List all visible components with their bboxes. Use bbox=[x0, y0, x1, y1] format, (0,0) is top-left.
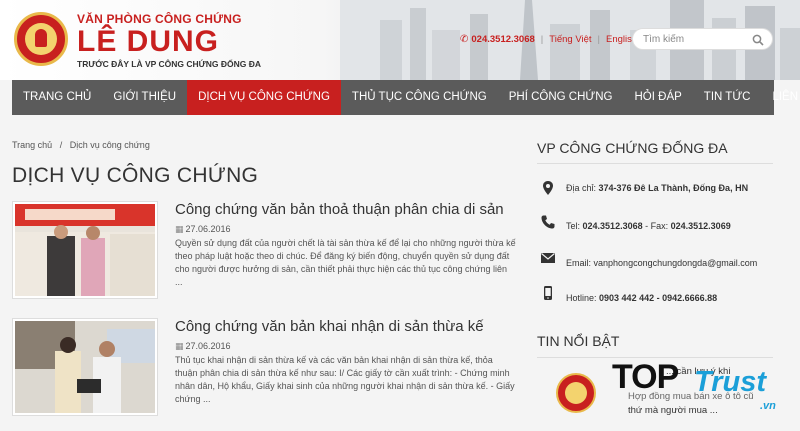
nav-item-news[interactable]: TIN TỨC bbox=[693, 80, 762, 115]
nav-item-fees[interactable]: PHÍ CÔNG CHỨNG bbox=[498, 80, 624, 115]
site-header: VĂN PHÒNG CÔNG CHỨNG LÊ DUNG TRƯỚC ĐÂY L… bbox=[0, 0, 800, 80]
breadcrumb-home-link[interactable]: Trang chủ bbox=[12, 140, 52, 150]
fax-label: - Fax: bbox=[645, 221, 669, 231]
calendar-icon: ▦ bbox=[175, 341, 184, 351]
map-pin-icon bbox=[543, 181, 553, 195]
main-nav: TRANG CHỦ GIỚI THIỆU DỊCH VỤ CÔNG CHỨNG … bbox=[12, 80, 800, 115]
search-input[interactable] bbox=[643, 32, 753, 47]
address-value: 374-376 Đê La Thành, Đống Đa, HN bbox=[598, 183, 749, 193]
top-links-bar: ✆ 024.3512.3068 | Tiếng Việt | English bbox=[460, 32, 637, 46]
featured-thumbnail[interactable] bbox=[556, 373, 596, 413]
article-excerpt: Thủ tục khai nhận di sản thừa kế và các … bbox=[175, 355, 515, 404]
brand-subtitle: TRƯỚC ĐÂY LÀ VP CÔNG CHỨNG ĐỐNG ĐA bbox=[77, 59, 261, 69]
calendar-icon: ▦ bbox=[175, 224, 184, 234]
divider: | bbox=[597, 33, 600, 45]
brand-tagline-top: VĂN PHÒNG CÔNG CHỨNG bbox=[77, 12, 242, 26]
breadcrumb-current[interactable]: Dịch vụ công chứng bbox=[70, 140, 150, 150]
tel-label: Tel: bbox=[566, 221, 581, 231]
toptrust-watermark-logo: TOP Trust .vn bbox=[612, 356, 790, 416]
article-title-link[interactable]: Công chứng văn bản khai nhận di sản thừa… bbox=[175, 318, 484, 335]
breadcrumb-separator: / bbox=[59, 140, 63, 150]
fax-value: 024.3512.3069 bbox=[670, 221, 731, 231]
watermark-top-text: TOP bbox=[612, 358, 679, 396]
hotline-value-2[interactable]: - 0942.6666.88 bbox=[657, 293, 718, 303]
page-title: DỊCH VỤ CÔNG CHỨNG bbox=[12, 164, 259, 187]
divider: | bbox=[540, 33, 544, 45]
article-date: ▦ 27.06.2016 bbox=[175, 341, 231, 352]
address-label: Địa chỉ: bbox=[566, 183, 597, 193]
article-thumbnail[interactable] bbox=[12, 318, 158, 416]
email-label: Email: bbox=[566, 258, 592, 268]
watermark-domain-text: .vn bbox=[760, 400, 776, 412]
nav-item-faq[interactable]: HỎI ĐÁP bbox=[624, 80, 693, 115]
nav-item-procedures[interactable]: THỦ TỤC CÔNG CHỨNG bbox=[341, 80, 498, 115]
lang-vietnamese-link[interactable]: Tiếng Việt bbox=[549, 34, 591, 45]
nav-item-home[interactable]: TRANG CHỦ bbox=[12, 80, 102, 115]
search-icon[interactable] bbox=[752, 34, 764, 46]
envelope-icon bbox=[541, 253, 555, 263]
email-link[interactable]: vanphongcongchungdongda@gmail.com bbox=[594, 258, 758, 268]
article-date: ▦ 27.06.2016 bbox=[175, 224, 231, 235]
nav-item-contact[interactable]: LIÊN HỆ bbox=[761, 80, 800, 115]
article-title-link[interactable]: Công chứng văn bản thoả thuận phân chia … bbox=[175, 201, 504, 218]
watermark-trust-text: Trust bbox=[694, 366, 766, 398]
article-date-text: 27.06.2016 bbox=[185, 224, 231, 234]
signing-ceremony-photo bbox=[15, 321, 155, 413]
sidebar-featured-title: TIN NỔI BẬT bbox=[537, 333, 620, 349]
hotline-label: Hotline: bbox=[566, 293, 597, 303]
mobile-phone-icon bbox=[544, 286, 552, 300]
nav-item-services[interactable]: DỊCH VỤ CÔNG CHỨNG bbox=[187, 80, 341, 115]
phone-icon: ✆ bbox=[460, 33, 469, 45]
article-thumbnail[interactable] bbox=[12, 201, 158, 299]
header-phone[interactable]: 024.3512.3068 bbox=[471, 34, 534, 45]
tel-value[interactable]: 024.3512.3068 bbox=[583, 221, 643, 231]
search-box bbox=[632, 28, 773, 50]
notary-office-photo bbox=[15, 204, 155, 296]
nav-item-about[interactable]: GIỚI THIỆU bbox=[102, 80, 187, 115]
phone-icon bbox=[541, 215, 555, 229]
brand-name[interactable]: LÊ DUNG bbox=[77, 25, 219, 59]
site-logo[interactable] bbox=[14, 12, 68, 66]
article-date-text: 27.06.2016 bbox=[185, 341, 231, 351]
sidebar-office-title: VP CÔNG CHỨNG ĐỐNG ĐA bbox=[537, 140, 728, 156]
divider bbox=[537, 163, 773, 164]
breadcrumb: Trang chủ / Dịch vụ công chứng bbox=[12, 140, 150, 150]
article-excerpt: Quyền sử dụng đất của người chết là tài … bbox=[175, 238, 516, 287]
hotline-value[interactable]: 0903 442 442 bbox=[599, 293, 654, 303]
